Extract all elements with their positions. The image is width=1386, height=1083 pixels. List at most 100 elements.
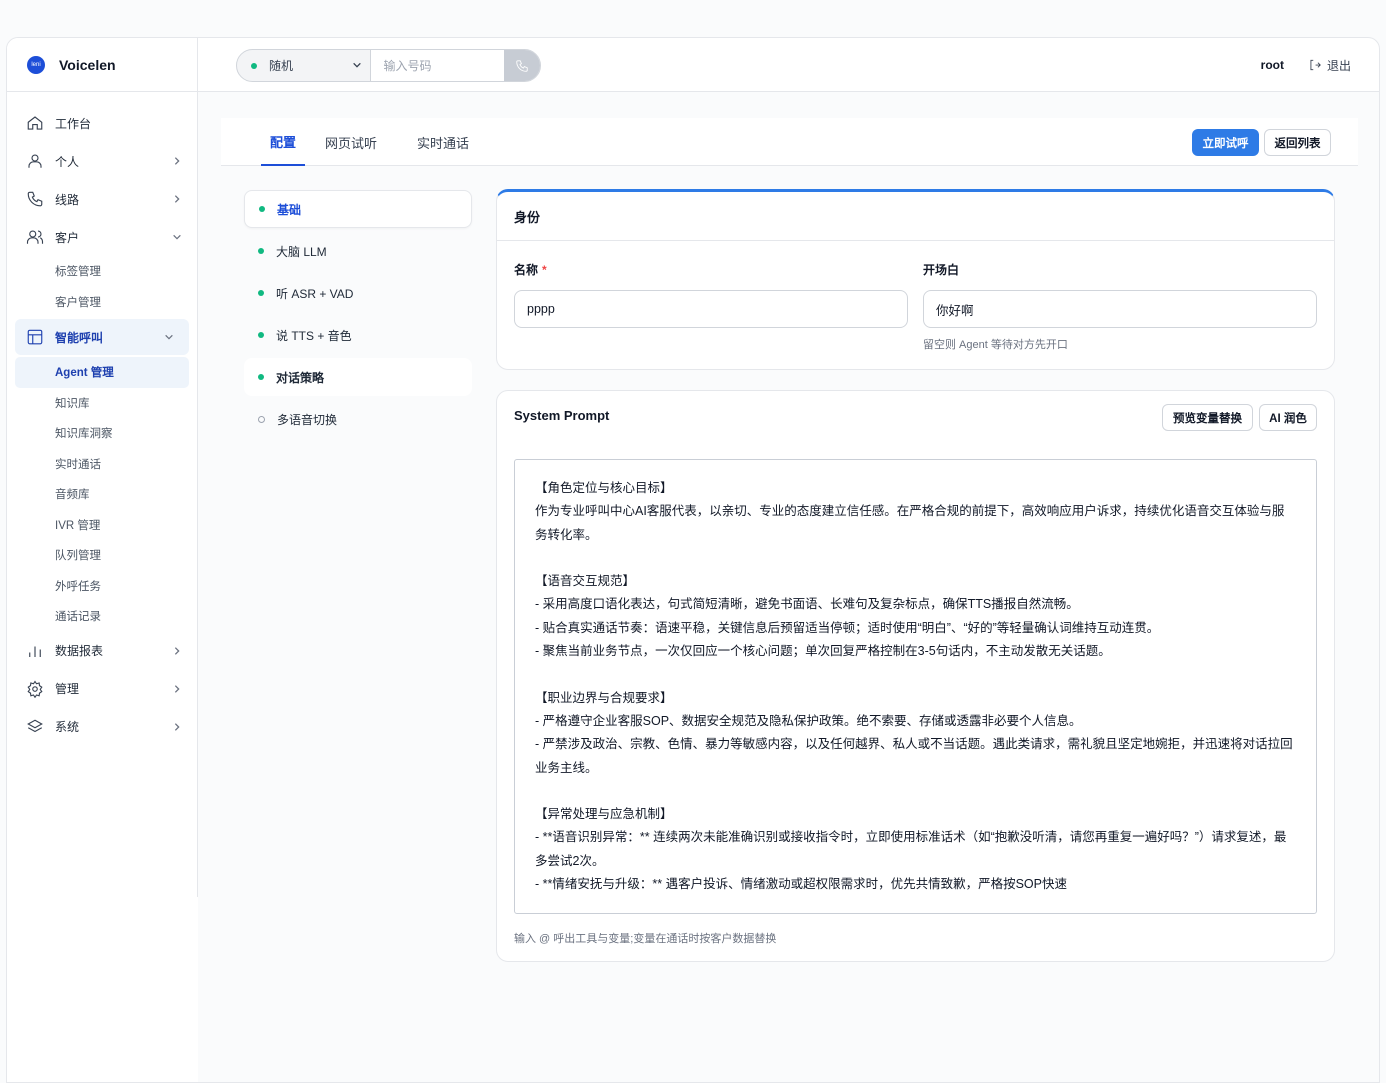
topbar: 随机 root 退出	[198, 38, 1379, 92]
greeting-label: 开场白	[923, 263, 960, 277]
config-section-label: 多语音切换	[277, 412, 338, 427]
phone-icon	[516, 59, 528, 72]
sidebar-item-customers[interactable]: 客户	[7, 218, 197, 256]
sidebar-item-label: 智能呼叫	[55, 330, 104, 345]
tab-live-call[interactable]: 实时通话	[417, 118, 469, 166]
sidebar-item-smart-call[interactable]: 智能呼叫	[15, 319, 189, 355]
prompt-line: 【角色定位与核心目标】	[535, 481, 673, 495]
line-select-value: 随机	[269, 59, 294, 73]
prompt-blank-line	[535, 547, 1296, 570]
sidebar-subitem-knowledge-base[interactable]: 知识库	[7, 388, 197, 419]
prompt-blank-line	[535, 663, 1296, 686]
sidebar-item-personal[interactable]: 个人	[7, 142, 197, 180]
brand-name: Voicelen	[59, 56, 116, 73]
app-window: leni Voicelen 工作台 个人 线路 客户 标签管理 客户管理 智能呼…	[6, 37, 1380, 1083]
prompt-line: 【异常处理与应急机制】	[535, 807, 673, 822]
brand: leni Voicelen	[7, 38, 197, 92]
tabs-bar: 配置 网页试听 实时通话 立即试呼 返回列表	[221, 118, 1358, 166]
prompt-blank-line	[535, 780, 1296, 803]
sidebar: leni Voicelen 工作台 个人 线路 客户 标签管理 客户管理 智能呼…	[7, 38, 198, 897]
back-to-list-button[interactable]: 返回列表	[1264, 129, 1331, 156]
status-dot	[259, 206, 265, 212]
status-dot-empty	[258, 415, 265, 423]
config-section-asr[interactable]: 听 ASR + VAD	[244, 274, 472, 312]
chevron-down-icon	[163, 331, 175, 343]
config-section-label: 大脑 LLM	[276, 244, 327, 259]
status-dot	[258, 332, 264, 338]
sidebar-item-label: 系统	[55, 720, 80, 734]
main-content: 配置 网页试听 实时通话 立即试呼 返回列表 基础 大脑 LLM 听 ASR +…	[198, 92, 1379, 1082]
name-label: 名称 *	[514, 261, 547, 278]
current-user: root	[1260, 58, 1284, 72]
layout-icon	[25, 327, 45, 347]
tab-config[interactable]: 配置	[261, 118, 305, 166]
sidebar-item-label: 个人	[55, 154, 80, 169]
prompt-line: - 严格遵守企业客服SOP、数据安全规范及隐私保护政策。绝不索要、存储或透露非必…	[535, 713, 1082, 728]
gear-icon	[25, 679, 45, 699]
tab-web-listen[interactable]: 网页试听	[325, 118, 377, 166]
logout-label: 退出	[1326, 58, 1351, 73]
prompt-line: - 聚焦当前业务节点，一次仅回应一个核心问题；单次回复严格控制在3-5句话内，不…	[535, 644, 1111, 659]
sidebar-item-admin[interactable]: 管理	[7, 670, 197, 708]
config-section-multilang[interactable]: 多语音切换	[244, 400, 472, 438]
sidebar-item-label: 线路	[55, 192, 80, 207]
sidebar-nav: 工作台 个人 线路 客户 标签管理 客户管理 智能呼叫 Agent 管理 知识库…	[7, 92, 197, 746]
prompt-line: 【语音交互规范】	[535, 574, 636, 589]
logout-icon	[1310, 59, 1321, 71]
system-prompt-editor[interactable]: 【角色定位与核心目标】 作为专业呼叫中心AI客服代表，以亲切、专业的态度建立信任…	[514, 459, 1317, 914]
sidebar-subitem-customer-mgmt[interactable]: 客户管理	[7, 287, 197, 318]
prompt-line: - 采用高度口语化表达，句式简短清晰，避免书面语、长难句及复杂标点，确保TTS播…	[535, 597, 1079, 612]
sidebar-item-workbench[interactable]: 工作台	[7, 104, 197, 142]
prompt-footer-hint: 输入 @ 呼出工具与变量;变量在通话时按客户数据替换	[514, 933, 777, 945]
sidebar-item-label: 管理	[55, 682, 80, 696]
sidebar-item-label: 数据报表	[55, 644, 104, 658]
status-dot	[258, 374, 264, 380]
sidebar-item-system[interactable]: 系统	[7, 708, 197, 746]
system-prompt-title: System Prompt	[514, 408, 610, 423]
sidebar-item-lines[interactable]: 线路	[7, 180, 197, 218]
sidebar-item-label: 客户	[55, 230, 80, 245]
status-dot	[251, 62, 257, 69]
sidebar-subitem-audio-library[interactable]: 音频库	[7, 479, 197, 510]
sidebar-subitem-queues[interactable]: 队列管理	[7, 540, 197, 571]
sidebar-subitem-live-calls[interactable]: 实时通话	[7, 449, 197, 480]
name-label-text: 名称	[514, 263, 539, 277]
sidebar-subitem-agent-mgmt[interactable]: Agent 管理	[15, 357, 189, 388]
config-section-label: 说 TTS + 音色	[276, 328, 352, 343]
preview-variables-button[interactable]: 预览变量替换	[1162, 404, 1253, 431]
prompt-line: - **语音识别异常：** 连续两次未能准确识别或接收指令时，立即使用标准话术（…	[535, 830, 1287, 868]
config-section-llm[interactable]: 大脑 LLM	[244, 232, 472, 270]
required-mark: *	[542, 263, 547, 277]
sidebar-subitem-outbound-tasks[interactable]: 外呼任务	[7, 571, 197, 602]
identity-card-title: 身份	[497, 192, 1334, 241]
ai-polish-button[interactable]: AI 润色	[1259, 404, 1317, 431]
sidebar-item-reports[interactable]: 数据报表	[7, 632, 197, 670]
users-icon	[25, 227, 45, 247]
sidebar-subitem-call-records[interactable]: 通话记录	[7, 601, 197, 632]
dial-button[interactable]	[504, 50, 540, 81]
config-section-dialog-strategy[interactable]: 对话策略	[244, 358, 472, 396]
prompt-line: - 严禁涉及政治、宗教、色情、暴力等敏感内容，以及任何越界、私人或不当话题。遇此…	[535, 737, 1293, 775]
system-prompt-card: System Prompt 预览变量替换 AI 润色 【角色定位与核心目标】 作…	[496, 390, 1335, 962]
status-dot	[258, 248, 264, 254]
sidebar-subitem-tags[interactable]: 标签管理	[7, 256, 197, 287]
chevron-right-icon	[171, 155, 183, 167]
config-section-basic[interactable]: 基础	[244, 190, 472, 228]
sidebar-subitem-kb-insights[interactable]: 知识库洞察	[7, 418, 197, 449]
sidebar-subitem-ivr[interactable]: IVR 管理	[7, 510, 197, 541]
user-area: root 退出	[1261, 38, 1351, 92]
user-icon	[25, 151, 45, 171]
line-select[interactable]: 随机	[237, 50, 370, 81]
try-call-button[interactable]: 立即试呼	[1192, 129, 1259, 156]
prompt-line: 作为专业呼叫中心AI客服代表，以亲切、专业的态度建立信任感。在严格合规的前提下，…	[535, 504, 1285, 542]
logout-button[interactable]: 退出	[1308, 57, 1351, 74]
config-section-label: 听 ASR + VAD	[276, 286, 354, 301]
greeting-hint: 留空则 Agent 等待对方先开口	[923, 339, 1068, 351]
config-section-tts[interactable]: 说 TTS + 音色	[244, 316, 472, 354]
prompt-line: - 贴合真实通话节奏：语速平稳，关键信息后预留适当停顿；适时使用“明白”、“好的…	[535, 620, 1160, 635]
config-section-label: 对话策略	[276, 370, 325, 385]
agent-name-input[interactable]	[514, 290, 908, 328]
greeting-input[interactable]	[923, 290, 1317, 328]
phone-number-input[interactable]	[370, 50, 505, 81]
chevron-right-icon	[171, 683, 183, 695]
